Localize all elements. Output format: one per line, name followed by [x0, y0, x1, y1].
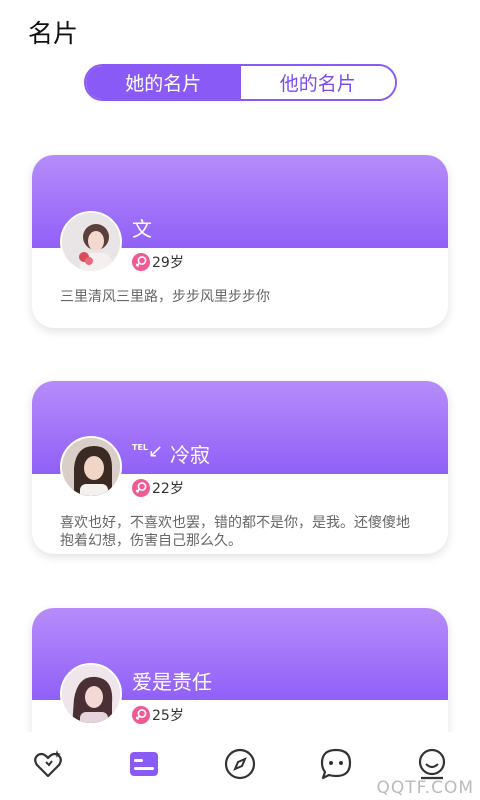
card-signature: 三里清风三里路，步步风里步步你: [60, 289, 270, 305]
watermark: QQTF.COM: [376, 778, 474, 798]
compass-icon: [223, 747, 257, 785]
card-icon: [127, 747, 161, 785]
avatar: [60, 436, 122, 498]
tab-his-cards[interactable]: 他的名片: [240, 66, 395, 99]
screen: 名片 她的名片 他的名片 文 29岁 三里清风三里路，步步风里步步你 TEL ↙…: [0, 0, 480, 800]
female-icon: [132, 479, 150, 497]
avatar: [60, 663, 122, 725]
arrow-icon: ↙: [148, 441, 164, 462]
card-name: 文: [132, 217, 152, 241]
segmented-tabs: 她的名片 他的名片: [84, 64, 397, 101]
nav-home[interactable]: [24, 742, 72, 790]
card-name: 冷寂: [170, 443, 210, 467]
nav-cards[interactable]: [120, 742, 168, 790]
card-age: 25岁: [152, 708, 184, 724]
page-title: 名片: [28, 19, 79, 48]
female-icon: [132, 706, 150, 724]
profile-card[interactable]: TEL ↙ 冷寂 22岁 喜欢也好，不喜欢也罢，错的都不是你，是我。还傻傻地抱着…: [32, 381, 448, 554]
card-age: 29岁: [152, 255, 184, 271]
avatar: [60, 211, 122, 273]
card-signature: 喜欢也好，不喜欢也罢，错的都不是你，是我。还傻傻地抱着幻想，伤害自己那么久。: [60, 515, 410, 549]
nav-discover[interactable]: [216, 742, 264, 790]
card-age: 22岁: [152, 481, 184, 497]
heart-icon: [31, 747, 65, 785]
profile-card[interactable]: 文 29岁 三里清风三里路，步步风里步步你: [32, 155, 448, 328]
tel-label: TEL: [132, 443, 149, 452]
female-icon: [132, 253, 150, 271]
chat-icon: [319, 747, 353, 785]
card-name: 爱是责任: [132, 670, 212, 694]
tab-her-cards[interactable]: 她的名片: [86, 66, 241, 99]
nav-messages[interactable]: [312, 742, 360, 790]
